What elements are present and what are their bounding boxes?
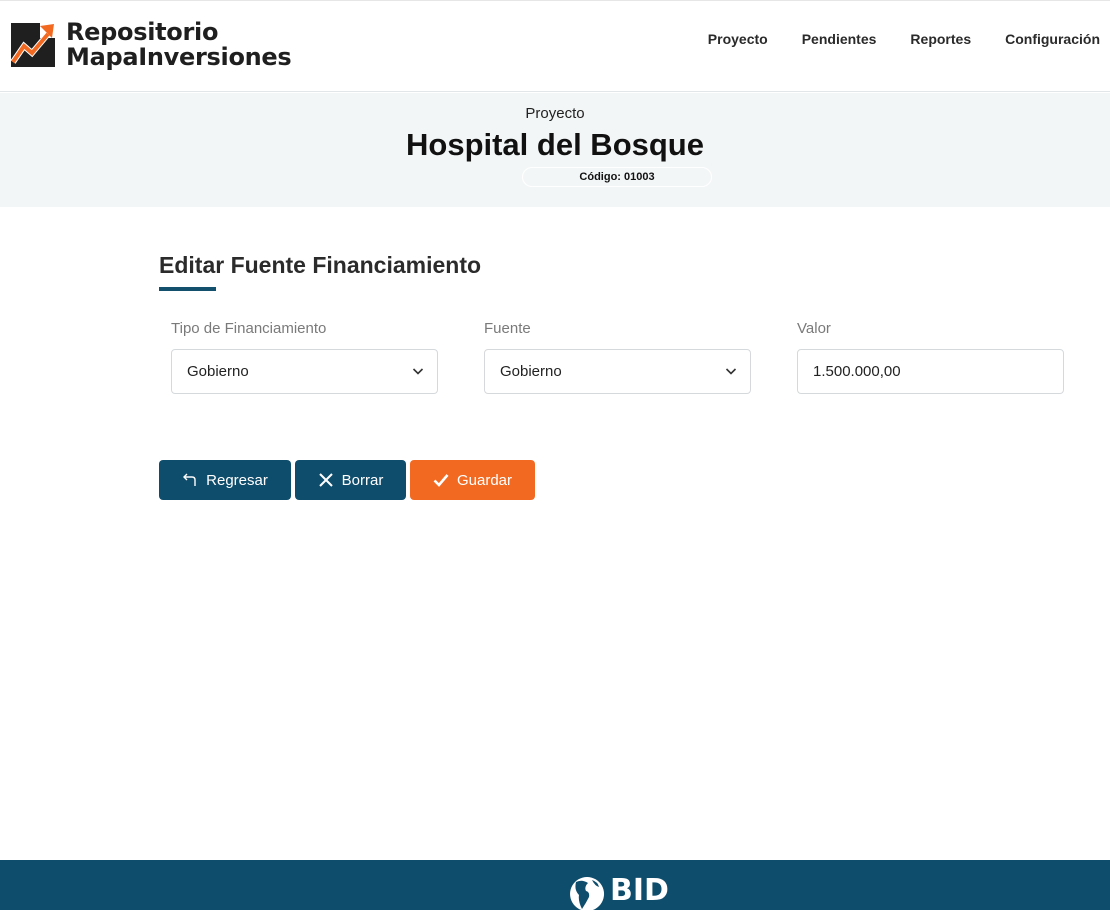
project-code-badge: Código: 01003 [522,167,712,187]
footer: BID [0,860,1110,910]
regresar-button[interactable]: Regresar [159,460,291,500]
globe-icon [570,877,605,910]
borrar-label: Borrar [341,471,384,489]
project-title: Hospital del Bosque [406,127,704,162]
nav-item-proyecto[interactable]: Proyecto [708,31,768,47]
valor-value: 1.500.000,00 [813,363,901,380]
return-arrow-icon [183,473,196,486]
checkmark-icon [433,474,449,487]
brand-name: Repositorio MapaInversiones [66,18,292,71]
nav-item-pendientes[interactable]: Pendientes [802,31,877,47]
chevron-down-icon [725,368,737,375]
title-underline [159,287,216,291]
main-nav: Proyecto Pendientes Reportes Configuraci… [708,31,1100,47]
valor-input[interactable]: 1.500.000,00 [797,349,1064,394]
tipo-financiamiento-select[interactable]: Gobierno [171,349,438,394]
fuente-label: Fuente [484,320,531,337]
nav-item-configuracion[interactable]: Configuración [1005,31,1100,47]
close-icon [318,473,333,487]
project-banner: Proyecto Hospital del Bosque Código: 010… [0,93,1110,207]
page-title: Editar Fuente Financiamiento [159,252,482,278]
chevron-down-icon [412,368,424,375]
tipo-financiamiento-label: Tipo de Financiamiento [171,320,327,337]
project-kicker: Proyecto [525,105,585,122]
tipo-financiamiento-value: Gobierno [187,363,249,380]
valor-label: Valor [797,320,831,337]
top-navbar: Repositorio MapaInversiones Proyecto Pen… [0,0,1110,92]
fuente-select[interactable]: Gobierno [484,349,751,394]
guardar-button[interactable]: Guardar [410,460,535,500]
borrar-button[interactable]: Borrar [295,460,406,500]
brand-logo[interactable]: Repositorio MapaInversiones [10,18,292,71]
nav-item-reportes[interactable]: Reportes [910,31,971,47]
guardar-label: Guardar [456,471,513,489]
trend-chart-icon [10,23,55,67]
regresar-label: Regresar [206,471,268,489]
bid-logo-text: BID [610,873,669,908]
project-code: Código: 01003 [579,171,655,183]
brand-line-2: MapaInversiones [66,43,292,71]
fuente-value: Gobierno [500,363,562,380]
bid-logo: BID [566,876,669,910]
brand-line-1: Repositorio [66,18,219,46]
